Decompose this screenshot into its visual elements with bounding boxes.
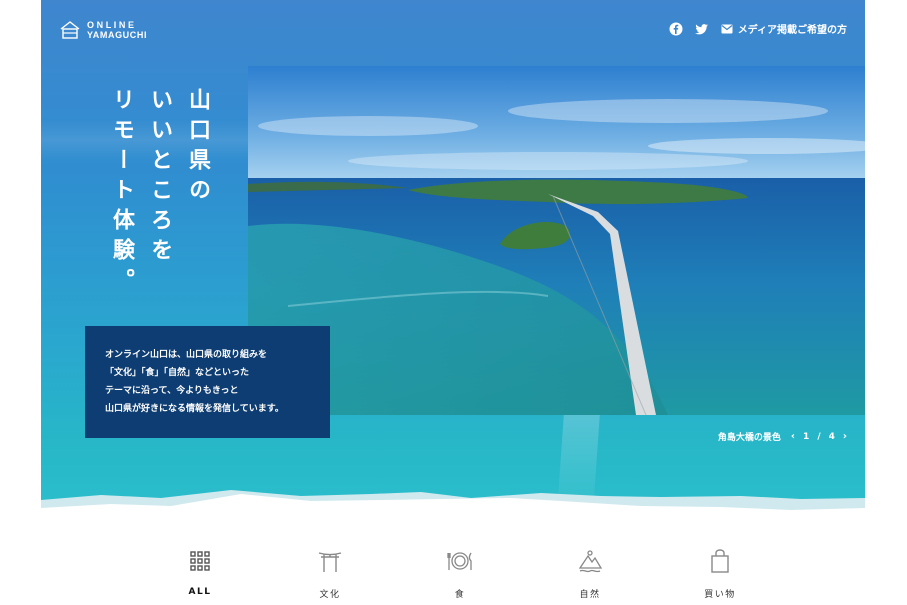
hero-photo xyxy=(248,66,865,415)
category-culture[interactable]: 文化 xyxy=(290,548,370,605)
hero-title: 山口県の いいところを リモート体験。 xyxy=(103,88,217,308)
slide-caption: 角島大橋の景色 ‹ 1 / 4 › xyxy=(718,430,847,443)
pager-current: 1 xyxy=(803,431,810,442)
prev-slide-button[interactable]: ‹ xyxy=(791,431,795,442)
shopping-bag-icon xyxy=(711,549,729,573)
category-shopping-label: 買い物 xyxy=(704,590,736,600)
torii-icon xyxy=(318,552,342,572)
site-logo[interactable]: ONLINE YAMAGUCHI xyxy=(59,20,147,40)
logo-line2: YAMAGUCHI xyxy=(87,30,148,40)
category-nav: ALL 文化 食 自然 買い物 xyxy=(160,548,760,605)
category-all[interactable]: ALL xyxy=(160,548,240,605)
logo-text: ONLINE YAMAGUCHI xyxy=(87,20,147,40)
category-food-label: 食 xyxy=(454,590,466,600)
next-slide-button[interactable]: › xyxy=(843,431,847,442)
pager-total: 4 xyxy=(828,431,835,442)
intro-line-1: オンライン山口は、山口県の取り組みを xyxy=(105,350,268,360)
media-link-label: メディア掲載ご希望の方 xyxy=(737,25,847,36)
media-contact-link[interactable]: メディア掲載ご希望の方 xyxy=(721,21,847,36)
mail-icon xyxy=(721,24,733,33)
nature-icon xyxy=(578,550,603,573)
category-all-label: ALL xyxy=(188,587,212,597)
category-nature-label: 自然 xyxy=(579,590,601,600)
logo-line1: ONLINE xyxy=(87,20,137,30)
grid-icon xyxy=(190,551,210,571)
category-nature[interactable]: 自然 xyxy=(550,548,630,605)
intro-line-3: テーマに沿って、今よりもきっと xyxy=(105,386,239,396)
slide-pager: ‹ 1 / 4 › xyxy=(791,431,847,442)
facebook-icon xyxy=(669,22,683,35)
dish-icon xyxy=(447,552,472,570)
mountain-wave-divider xyxy=(41,490,865,526)
hero-title-line-3: リモート体験。 xyxy=(109,88,135,298)
intro-box: オンライン山口は、山口県の取り組みを 「文化」「食」「自然」などといった テーマ… xyxy=(85,326,330,438)
hero-title-line-1: 山口県の xyxy=(185,88,211,208)
caption-text: 角島大橋の景色 xyxy=(717,433,781,443)
pager-separator: / xyxy=(817,431,821,442)
house-logo-icon xyxy=(60,21,80,39)
facebook-link[interactable] xyxy=(669,22,683,36)
category-shopping[interactable]: 買い物 xyxy=(680,548,760,605)
category-food[interactable]: 食 xyxy=(420,548,500,605)
hero-section: ONLINE YAMAGUCHI メディア掲載ご希望の方 山口県の いいところを… xyxy=(41,0,865,520)
intro-line-4: 山口県が好きになる情報を発信しています。 xyxy=(105,404,284,414)
category-culture-label: 文化 xyxy=(319,590,341,600)
kakushima-bridge-photo xyxy=(248,66,865,415)
intro-line-2: 「文化」「食」「自然」などといった xyxy=(105,368,250,378)
header-links: メディア掲載ご希望の方 xyxy=(669,21,847,36)
hero-title-line-2: いいところを xyxy=(147,88,173,268)
twitter-link[interactable] xyxy=(694,22,709,36)
twitter-icon xyxy=(694,23,708,34)
